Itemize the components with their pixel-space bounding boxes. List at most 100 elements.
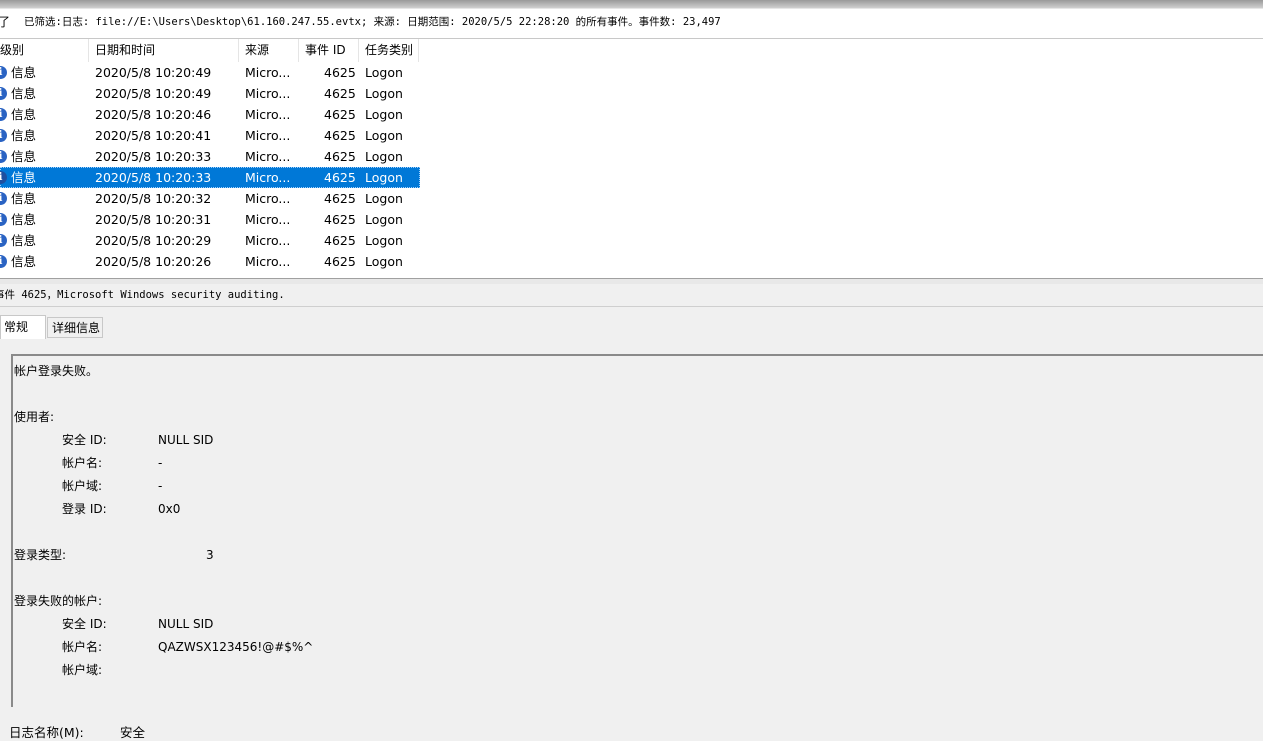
- subject-account-name-label: 帐户名:: [62, 456, 103, 470]
- info-icon: i: [0, 234, 7, 247]
- event-row-source: Micro...: [245, 191, 291, 206]
- event-row-task: Logon: [365, 212, 403, 227]
- event-row[interactable]: i 信息 2020/5/8 10:20:33 Micro... 4625 Logon: [0, 146, 420, 167]
- column-header-event-id[interactable]: 事件 ID: [299, 39, 359, 62]
- event-row-datetime: 2020/5/8 10:20:49: [95, 65, 212, 80]
- event-row-datetime: 2020/5/8 10:20:32: [95, 191, 212, 206]
- event-row-datetime: 2020/5/8 10:20:33: [95, 149, 212, 164]
- info-icon: i: [0, 255, 7, 268]
- event-row-task: Logon: [365, 107, 403, 122]
- subject-security-id-label: 安全 ID:: [62, 433, 107, 447]
- event-description[interactable]: 帐户登录失败。 使用者: 安全 ID: NULL SID 帐户名: - 帐户域:…: [11, 354, 1263, 707]
- info-icon: i: [0, 66, 7, 79]
- event-row-source: Micro...: [245, 128, 291, 143]
- log-name-label: 日志名称(M):: [9, 725, 84, 740]
- event-list-header: 级别 日期和时间 来源 事件 ID 任务类别: [0, 39, 420, 62]
- event-row-event-id: 4625: [324, 170, 356, 185]
- event-row[interactable]: i 信息 2020/5/8 10:20:46 Micro... 4625 Logon: [0, 104, 420, 125]
- event-list[interactable]: 级别 日期和时间 来源 事件 ID 任务类别 i 信息 2020/5/8 10:20…: [0, 39, 1263, 278]
- event-row-task: Logon: [365, 254, 403, 269]
- event-row-source: Micro...: [245, 149, 291, 164]
- event-row-datetime: 2020/5/8 10:20:49: [95, 86, 212, 101]
- summary-text: 帐户登录失败。: [14, 364, 99, 378]
- event-row-event-id: 4625: [324, 86, 356, 101]
- event-row-datetime: 2020/5/8 10:20:29: [95, 233, 212, 248]
- event-row-datetime: 2020/5/8 10:20:46: [95, 107, 212, 122]
- filter-text: 已筛选:日志: file://E:\Users\Desktop\61.160.2…: [24, 16, 721, 28]
- event-row-source: Micro...: [245, 65, 291, 80]
- event-row-event-id: 4625: [324, 65, 356, 80]
- info-icon: i: [0, 150, 7, 163]
- tab-general[interactable]: 常规: [0, 315, 46, 339]
- event-row[interactable]: i 信息 2020/5/8 10:20:31 Micro... 4625 Logon: [0, 209, 420, 230]
- column-header-source[interactable]: 来源: [239, 39, 299, 62]
- column-header-datetime[interactable]: 日期和时间: [89, 39, 239, 62]
- logon-type-label: 登录类型:: [14, 548, 67, 562]
- event-row-task: Logon: [365, 86, 403, 101]
- event-row-task: Logon: [365, 233, 403, 248]
- info-icon: i: [0, 192, 7, 205]
- event-row[interactable]: i 信息 2020/5/8 10:20:32 Micro... 4625 Logon: [0, 188, 420, 209]
- event-row-datetime: 2020/5/8 10:20:26: [95, 254, 212, 269]
- subject-account-name-value: -: [158, 456, 163, 470]
- event-row-event-id: 4625: [324, 212, 356, 227]
- event-row-level: 信息: [11, 128, 37, 143]
- failed-account-domain-label: 帐户域:: [62, 663, 103, 677]
- failed-account-heading: 登录失败的帐户:: [14, 594, 103, 608]
- event-row[interactable]: i 信息 2020/5/8 10:20:33 Micro... 4625 Logon: [0, 167, 420, 188]
- subject-logon-id-label: 登录 ID:: [62, 502, 107, 516]
- event-row[interactable]: i 信息 2020/5/8 10:20:49 Micro... 4625 Logon: [0, 83, 420, 104]
- subject-account-domain-label: 帐户域:: [62, 479, 103, 493]
- event-row[interactable]: i 信息 2020/5/8 10:20:49 Micro... 4625 Logon: [0, 62, 420, 83]
- event-row-task: Logon: [365, 149, 403, 164]
- column-header-task[interactable]: 任务类别: [359, 39, 419, 62]
- log-name-value: 安全: [120, 725, 146, 740]
- event-row-source: Micro...: [245, 107, 291, 122]
- failed-account-name-value: QAZWSX123456!@#$%^: [158, 640, 314, 654]
- filter-bar: 了 已筛选:日志: file://E:\Users\Desktop\61.160…: [0, 9, 1263, 39]
- info-icon: i: [0, 171, 7, 184]
- event-detail-title: 事件 4625，Microsoft Windows security audit…: [0, 284, 1263, 307]
- event-row-source: Micro...: [245, 170, 291, 185]
- event-row-source: Micro...: [245, 254, 291, 269]
- failed-security-id-label: 安全 ID:: [62, 617, 107, 631]
- event-row-task: Logon: [365, 191, 403, 206]
- event-row-task: Logon: [365, 65, 403, 80]
- subject-heading: 使用者:: [14, 410, 55, 424]
- event-row-level: 信息: [11, 233, 37, 248]
- event-row-task: Logon: [365, 128, 403, 143]
- event-row-datetime: 2020/5/8 10:20:33: [95, 170, 212, 185]
- event-row[interactable]: i 信息 2020/5/8 10:20:41 Micro... 4625 Logon: [0, 125, 420, 146]
- event-row-source: Micro...: [245, 233, 291, 248]
- logon-type-value: 3: [206, 548, 214, 562]
- event-row-event-id: 4625: [324, 191, 356, 206]
- event-row-event-id: 4625: [324, 128, 356, 143]
- event-detail-pane: 常规 详细信息 帐户登录失败。 使用者: 安全 ID: NULL SID 帐户名…: [0, 307, 1263, 741]
- event-row[interactable]: i 信息 2020/5/8 10:20:26 Micro... 4625 Logon: [0, 251, 420, 272]
- event-row-level: 信息: [11, 65, 37, 80]
- info-icon: i: [0, 87, 7, 100]
- event-row-event-id: 4625: [324, 149, 356, 164]
- failed-security-id-value: NULL SID: [158, 617, 214, 631]
- event-row-event-id: 4625: [324, 254, 356, 269]
- event-row-event-id: 4625: [324, 107, 356, 122]
- failed-account-name-label: 帐户名:: [62, 640, 103, 654]
- subject-account-domain-value: -: [158, 479, 163, 493]
- event-row-level: 信息: [11, 86, 37, 101]
- event-row-event-id: 4625: [324, 233, 356, 248]
- filter-icon: 了: [0, 9, 10, 36]
- event-row-level: 信息: [11, 191, 37, 206]
- event-row-level: 信息: [11, 212, 37, 227]
- event-row-source: Micro...: [245, 86, 291, 101]
- event-row-datetime: 2020/5/8 10:20:41: [95, 128, 212, 143]
- tab-details[interactable]: 详细信息: [47, 317, 103, 338]
- log-name-field: 日志名称(M): 安全: [9, 722, 145, 741]
- event-detail-title-text: 事件 4625，Microsoft Windows security audit…: [0, 289, 285, 301]
- event-row-level: 信息: [11, 149, 37, 164]
- event-row-datetime: 2020/5/8 10:20:31: [95, 212, 212, 227]
- event-row[interactable]: i 信息 2020/5/8 10:20:29 Micro... 4625 Logon: [0, 230, 420, 251]
- subject-security-id-value: NULL SID: [158, 433, 214, 447]
- info-icon: i: [0, 213, 7, 226]
- event-row-level: 信息: [11, 170, 37, 185]
- column-header-level[interactable]: 级别: [0, 39, 89, 62]
